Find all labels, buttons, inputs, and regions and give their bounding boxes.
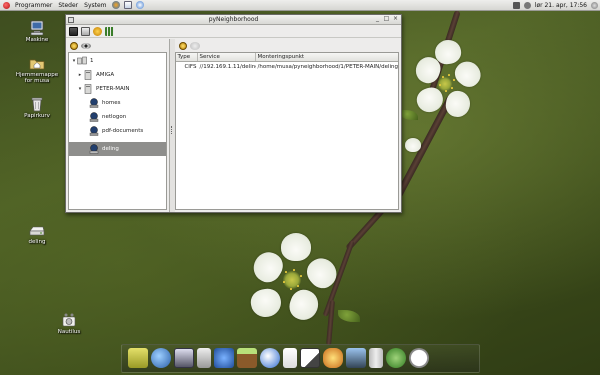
table-header: Type Service Monteringspunkt [175,53,399,62]
pyneighborhood-window: pyNeighborhood _ □ × ▾ 1 ▸ AMIGA ▾ PETER… [65,14,402,213]
network-tree-pane: ▾ 1 ▸ AMIGA ▾ PETER-MAIN homes netlogon … [66,39,170,212]
cell-service: //192.169.1.11/deling [199,64,256,70]
nautilus-icon [62,313,76,327]
dock [121,344,480,373]
mount-icon[interactable] [69,26,78,36]
refresh-icon[interactable] [70,41,78,50]
tree-label: 1 [90,58,94,64]
panel-tray: lør 21. apr, 17:56 [512,0,598,11]
tree-label: netlogon [102,114,127,120]
tree-row-share[interactable]: homes [69,96,166,110]
trash-icon [31,97,43,112]
close-icon[interactable]: × [392,16,399,23]
unmount-share-icon[interactable] [189,41,200,50]
wallpaper-bud [405,138,421,152]
share-icon [89,98,99,108]
computer-icon [84,70,92,80]
help-launcher-icon[interactable] [135,1,144,9]
desktop-icon-nautilus[interactable]: Nautilus [44,312,94,335]
media-player-icon[interactable] [197,348,211,368]
network-icon [77,56,87,65]
tree-label: homes [102,100,121,106]
cell-type: CIFS [184,64,197,70]
desktop-icon-label: deling [28,239,46,245]
tree-label: pdf-documents [102,128,144,134]
tree-row-share[interactable]: netlogon [69,110,166,124]
share-icon [89,144,99,154]
panel-clock[interactable]: lør 21. apr, 17:56 [535,2,587,9]
top-panel: Programmer Steder System lør 21. apr, 17… [0,0,600,11]
network-manager-icon[interactable] [214,348,234,368]
desktop-icon-label: Hjemmemappe for musa [15,72,59,84]
network-icon[interactable] [512,2,520,9]
tree-row-share-selected[interactable]: deling [69,142,166,156]
mounts-pane: Type Service Monteringspunkt CIFS //192.… [174,39,402,212]
minimize-icon[interactable]: _ [374,16,381,23]
menu-programmer[interactable]: Programmer [12,0,55,11]
column-header-type[interactable]: Type [176,53,198,61]
browser-icon[interactable] [260,348,280,368]
computer-icon [30,20,44,36]
maximize-icon[interactable]: □ [383,16,390,23]
network-scan-icon[interactable] [105,26,114,36]
downloads-icon[interactable] [128,348,148,368]
window-panes: ▾ 1 ▸ AMIGA ▾ PETER-MAIN homes netlogon … [66,39,401,212]
share-icon [89,126,99,136]
computer-icon [84,84,92,94]
desktop-icon-deling[interactable]: deling [12,222,62,245]
mounts-toolbar [175,39,402,52]
desktop-icon-label: Maskine [25,37,49,43]
window-title: pyNeighborhood [208,16,259,23]
email-launcher-icon[interactable] [123,1,132,9]
volume-icon[interactable] [523,2,531,9]
preferences-icon[interactable] [93,26,102,36]
share-icon [89,112,99,122]
desktop-icon-label: Nautilus [57,329,81,335]
menu-system[interactable]: System [81,0,109,11]
tree-label: PETER-MAIN [96,86,130,92]
desktop-icon-label: Papirkurv [24,113,50,119]
main-toolbar [66,25,401,38]
trash-icon[interactable] [369,348,383,368]
browser-launcher-icon[interactable] [111,1,120,9]
package-icon[interactable] [237,348,257,368]
calendar-icon[interactable] [386,348,406,368]
eye-icon[interactable] [81,42,91,49]
network-tree: ▾ 1 ▸ AMIGA ▾ PETER-MAIN homes netlogon … [68,52,167,210]
column-header-service[interactable]: Service [198,53,256,61]
table-row[interactable]: CIFS //192.169.1.11/deling /home/musa/py… [176,62,399,72]
desktop-icon-trash[interactable]: Papirkurv [12,96,62,119]
mount-share-icon[interactable] [178,41,187,50]
tree-row-peter-main[interactable]: ▾ PETER-MAIN [69,82,166,96]
tree-row-share[interactable]: pdf-documents [69,124,166,138]
clock-icon[interactable] [409,348,429,368]
window-titlebar[interactable]: pyNeighborhood _ □ × [66,15,401,25]
unmount-icon[interactable] [81,26,90,36]
mounts-table: Type Service Monteringspunkt CIFS //192.… [174,52,399,210]
power-icon[interactable] [591,2,598,9]
painter-icon[interactable] [323,348,343,368]
computer-icon[interactable] [346,348,366,368]
tree-label: deling [102,146,119,152]
tree-label: AMIGA [96,72,115,78]
monitor-icon[interactable] [174,348,194,368]
menu-steder[interactable]: Steder [55,0,81,11]
distro-logo-icon [3,1,10,9]
tree-row-amiga[interactable]: ▸ AMIGA [69,68,166,82]
desktop-icon-home-folder[interactable]: Hjemmemappe for musa [12,55,62,84]
window-menu-icon[interactable] [68,16,74,23]
cell-mount: /home/musa/pyneighborhood/1/PETER-MAIN/d… [257,64,399,70]
drive-icon [29,226,45,236]
wallpaper-flower [412,37,486,140]
globe-icon[interactable] [151,348,171,368]
home-folder-icon [29,59,45,70]
column-header-mount[interactable]: Monteringspunkt [256,53,399,61]
tree-row-workgroup[interactable]: ▾ 1 [69,54,166,68]
text-editor-icon[interactable] [300,348,320,368]
window-controls: _ □ × [374,16,399,23]
desktop-icon-computer[interactable]: Maskine [12,20,62,43]
wallpaper-flower [245,233,345,333]
document-icon[interactable] [283,348,297,368]
tree-toolbar [66,39,169,52]
